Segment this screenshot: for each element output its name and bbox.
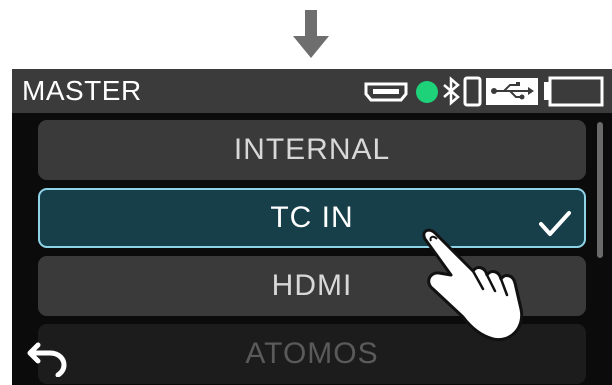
list-item-label: TC IN bbox=[270, 201, 354, 234]
checkmark-icon bbox=[538, 202, 572, 236]
hdmi-icon bbox=[364, 82, 408, 102]
status-icons bbox=[362, 73, 612, 109]
status-bar: MASTER bbox=[12, 69, 612, 113]
list-item-label: ATOMOS bbox=[245, 337, 379, 370]
battery-icon bbox=[544, 76, 604, 107]
list-item-label: HDMI bbox=[271, 269, 353, 302]
device-screen: MASTER INTERNAL TC IN HDMI ATOMOS bbox=[12, 69, 612, 385]
down-arrow-icon bbox=[291, 6, 331, 64]
bluetooth-icon bbox=[443, 76, 460, 106]
back-button[interactable] bbox=[26, 331, 70, 378]
back-arrow-icon bbox=[27, 342, 67, 378]
green-status-dot-icon bbox=[416, 81, 438, 103]
page-title: MASTER bbox=[22, 75, 142, 106]
phone-icon bbox=[463, 76, 482, 107]
list-item-label: INTERNAL bbox=[233, 133, 391, 166]
usb-icon bbox=[486, 78, 538, 105]
scrollbar[interactable] bbox=[597, 122, 603, 258]
hand-pointer-icon bbox=[417, 217, 532, 373]
list-item-internal[interactable]: INTERNAL bbox=[38, 120, 586, 180]
